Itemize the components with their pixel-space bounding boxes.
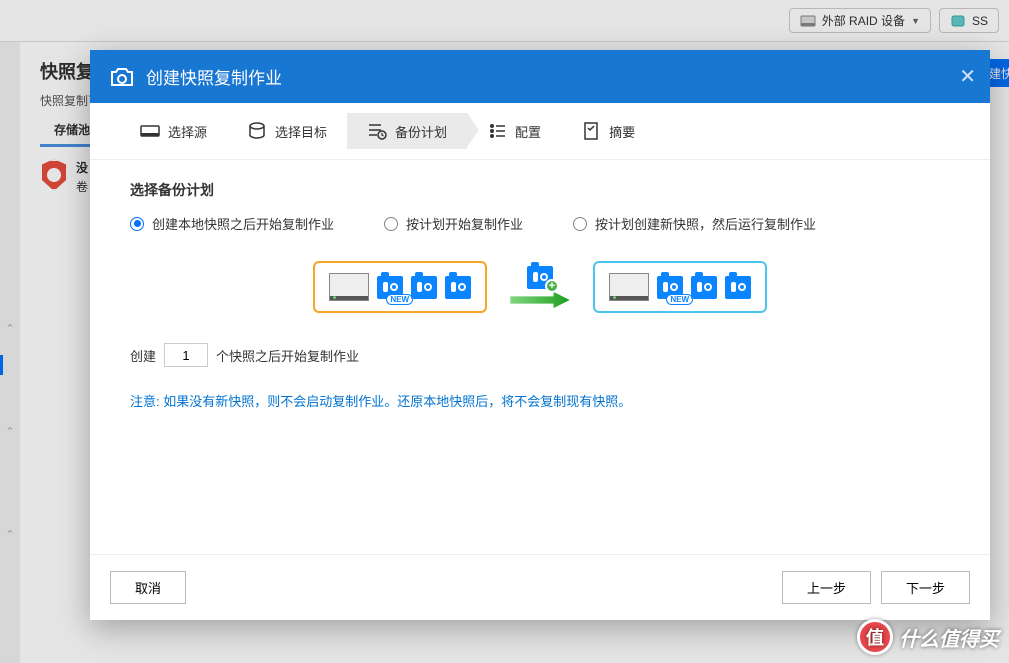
radio-option-after-local[interactable]: 创建本地快照之后开始复制作业 [130,214,334,233]
target-icon [247,121,267,141]
step-label: 备份计划 [395,122,447,141]
modal-title: 创建快照复制作业 [146,64,282,89]
source-icon [140,121,160,141]
snapshot-icon: NEW [377,276,403,299]
step-select-source[interactable]: 选择源 [120,113,227,149]
step-label: 配置 [515,122,541,141]
new-badge: NEW [386,294,413,305]
wizard-steps: 选择源 选择目标 备份计划 配置 摘要 [90,103,990,160]
radio-option-scheduled[interactable]: 按计划开始复制作业 [384,214,523,233]
note-text: 注意: 如果没有新快照，则不会启动复制作业。还原本地快照后，将不会复制现有快照。 [130,391,950,410]
step-label: 选择源 [168,122,207,141]
close-icon[interactable]: ✕ [959,64,976,89]
next-button[interactable]: 下一步 [881,571,970,604]
radio-label: 创建本地快照之后开始复制作业 [152,214,334,233]
create-label: 创建 [130,346,156,365]
radio-option-scheduled-new[interactable]: 按计划创建新快照，然后运行复制作业 [573,214,816,233]
create-suffix: 个快照之后开始复制作业 [216,346,359,365]
camera-icon [108,66,136,88]
snapshot-icon [445,276,471,299]
plus-icon: + [545,279,559,293]
watermark: 值 什么值得买 [857,619,999,655]
radio-label: 按计划开始复制作业 [406,214,523,233]
watermark-badge: 值 [857,619,893,655]
watermark-text: 什么值得买 [899,623,999,652]
step-backup-plan[interactable]: 备份计划 [347,113,467,149]
replication-diagram: NEW + NEW [130,261,950,313]
snapshot-icon [411,276,437,299]
radio-icon [130,217,144,231]
snapshot-icon [691,276,717,299]
step-select-target[interactable]: 选择目标 [227,113,347,149]
create-replication-dialog: 创建快照复制作业 ✕ 选择源 选择目标 备份计划 配置 摘要 选择备份计划 [90,50,990,620]
step-label: 选择目标 [275,122,327,141]
modal-header: 创建快照复制作业 ✕ [90,50,990,103]
add-snapshot-icon: + [527,266,553,289]
schedule-icon [367,121,387,141]
snapshot-icon [725,276,751,299]
new-badge: NEW [666,294,693,305]
section-title: 选择备份计划 [130,180,950,200]
arrow-icon [505,291,575,309]
step-label: 摘要 [609,122,635,141]
radio-label: 按计划创建新快照，然后运行复制作业 [595,214,816,233]
snapshot-count-input[interactable] [164,343,208,367]
step-configure[interactable]: 配置 [467,113,561,149]
radio-icon [573,217,587,231]
prev-button[interactable]: 上一步 [782,571,871,604]
target-box: NEW [593,261,767,313]
hdd-icon [329,273,369,301]
cancel-button[interactable]: 取消 [110,571,186,604]
radio-icon [384,217,398,231]
configure-icon [487,121,507,141]
source-box: NEW [313,261,487,313]
hdd-icon [609,273,649,301]
summary-icon [581,121,601,141]
step-summary[interactable]: 摘要 [561,113,655,149]
snapshot-icon: NEW [657,276,683,299]
